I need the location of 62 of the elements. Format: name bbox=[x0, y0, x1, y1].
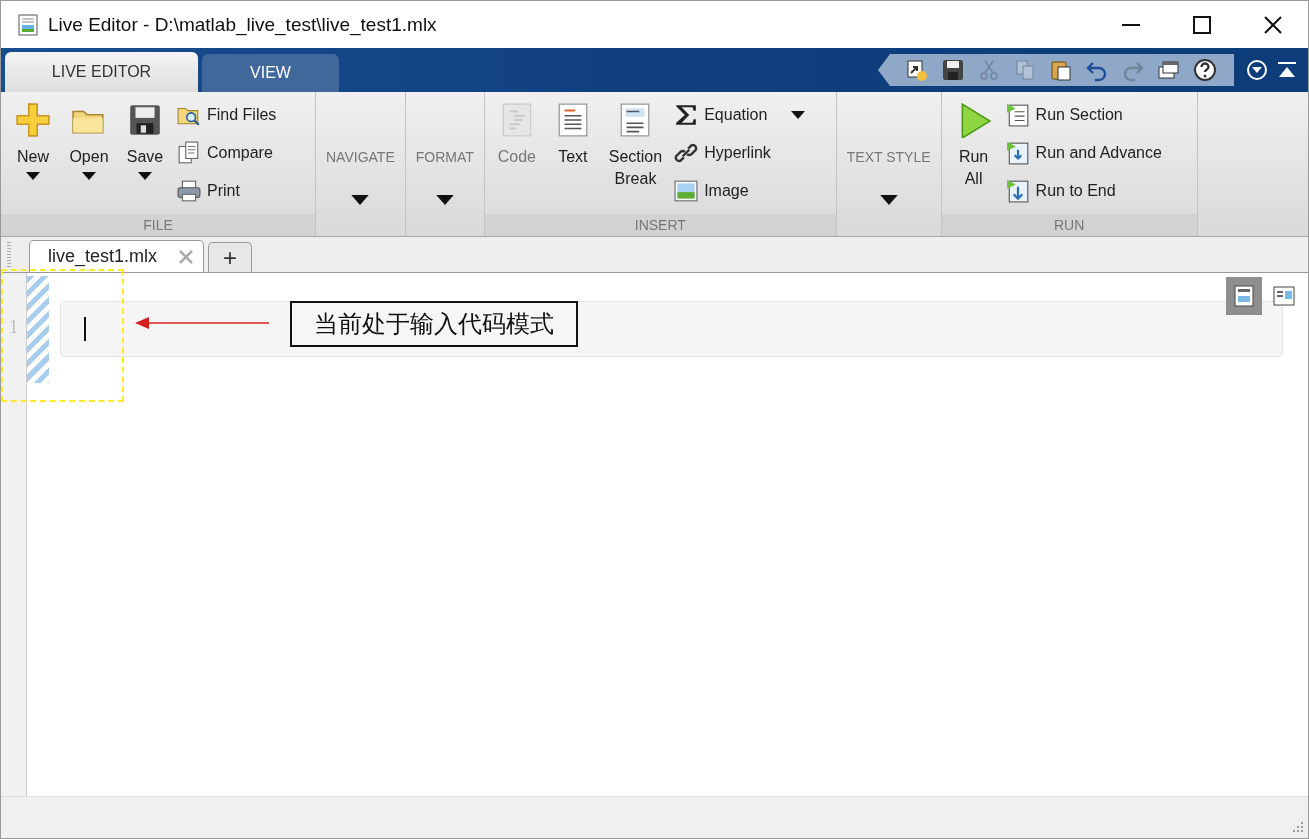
group-label: RUN bbox=[941, 214, 1197, 236]
ribbon-button[interactable]: Find Files bbox=[175, 98, 279, 132]
output-inline-icon bbox=[1232, 284, 1256, 308]
caret-icon bbox=[791, 111, 806, 119]
text-cursor bbox=[84, 317, 86, 341]
ribbon-button[interactable]: Equation bbox=[672, 98, 808, 132]
windows-icon bbox=[1157, 58, 1181, 82]
ribbon-button[interactable]: Run and Advance bbox=[1003, 136, 1164, 170]
landscape-image-icon bbox=[674, 179, 699, 203]
printer-icon bbox=[177, 179, 201, 203]
ribbon-button[interactable]: Print bbox=[175, 174, 279, 208]
window-title: Live Editor - D:\matlab_live_test\live_test1.mlx bbox=[48, 13, 438, 36]
save-icon bbox=[941, 58, 965, 82]
ribbon-menu[interactable]: FORMAT bbox=[405, 92, 484, 214]
caret-icon bbox=[82, 172, 96, 180]
collapse-icon bbox=[1277, 61, 1297, 79]
caret-icon bbox=[878, 195, 899, 205]
new-tab-button[interactable]: + bbox=[208, 242, 253, 272]
document-tab[interactable]: live_test1.mlx bbox=[29, 240, 205, 272]
link-icon bbox=[674, 141, 699, 165]
view-button[interactable] bbox=[1226, 277, 1262, 315]
caret-icon bbox=[350, 195, 371, 205]
group-label: INSERT bbox=[484, 214, 836, 236]
ribbon-button[interactable]: Run Section bbox=[1003, 98, 1164, 132]
document-icon bbox=[18, 13, 38, 36]
ribbon-button[interactable]: Section Break bbox=[602, 98, 669, 214]
export-icon bbox=[905, 58, 929, 82]
run-to-end-icon bbox=[1005, 179, 1030, 203]
minimize-icon bbox=[1121, 23, 1140, 26]
paste-icon bbox=[1049, 58, 1073, 82]
caret-icon bbox=[138, 172, 152, 180]
annotation-label: 当前处于输入代码模式 bbox=[290, 301, 578, 347]
ribbon-button[interactable]: Open bbox=[63, 98, 115, 214]
output-right-icon bbox=[1272, 284, 1296, 308]
ribbon-button[interactable]: Run All bbox=[947, 98, 1000, 214]
ribbon-button[interactable]: Run to End bbox=[1003, 174, 1164, 208]
help-icon bbox=[1193, 58, 1217, 82]
copy-icon bbox=[1013, 58, 1037, 82]
ribbon-button[interactable]: Compare bbox=[175, 136, 279, 170]
ribbon-tab[interactable]: LIVE EDITOR bbox=[5, 52, 198, 92]
ribbon-button[interactable]: New bbox=[7, 98, 59, 214]
run-section-icon bbox=[1005, 103, 1030, 127]
plus-icon bbox=[15, 102, 51, 138]
close-icon bbox=[179, 249, 194, 264]
maximize-icon bbox=[1192, 15, 1211, 34]
ribbon-button[interactable]: Text bbox=[546, 98, 599, 214]
circle-caret-icon bbox=[1246, 59, 1268, 81]
resize-grip-icon bbox=[1290, 820, 1304, 834]
documents-icon bbox=[177, 141, 201, 165]
ribbon-menu[interactable]: NAVIGATE bbox=[316, 92, 405, 214]
ribbon-tab[interactable]: VIEW bbox=[202, 54, 339, 92]
caret-icon bbox=[26, 172, 40, 180]
caret-icon bbox=[434, 195, 455, 205]
ribbon-button[interactable]: Hyperlink bbox=[672, 136, 808, 170]
ribbon-menu[interactable]: TEXT STYLE bbox=[836, 92, 941, 214]
scissors-icon bbox=[977, 58, 1001, 82]
group-label: FILE bbox=[1, 214, 315, 236]
run-advance-icon bbox=[1005, 141, 1030, 165]
close-icon bbox=[1263, 15, 1282, 34]
ribbon-button[interactable]: Save bbox=[119, 98, 171, 214]
sigma-icon bbox=[674, 103, 699, 127]
ribbon-button[interactable]: Image bbox=[672, 174, 808, 208]
